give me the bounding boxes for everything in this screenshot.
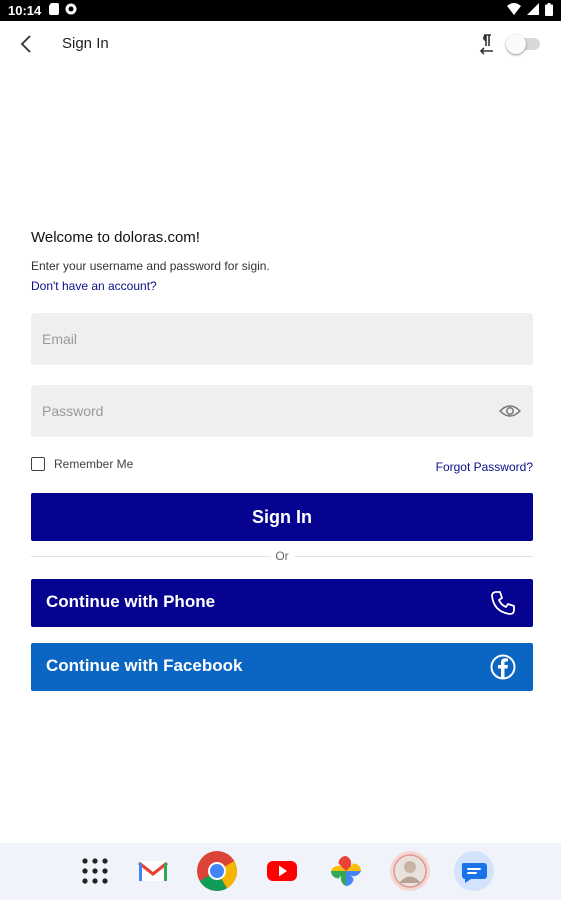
- remember-me-label: Remember Me: [54, 457, 134, 471]
- welcome-heading: Welcome to doloras.com!: [31, 229, 200, 246]
- remember-me-row[interactable]: Remember Me: [31, 457, 133, 471]
- status-right-group: [507, 2, 553, 19]
- forgot-password-link[interactable]: Forgot Password?: [436, 460, 533, 474]
- continue-with-phone-button[interactable]: Continue with Phone: [31, 579, 533, 627]
- instruction-text: Enter your username and password for sig…: [31, 259, 270, 273]
- page-title: Sign In: [62, 35, 109, 52]
- google-photos-icon[interactable]: [325, 850, 367, 892]
- password-input[interactable]: [31, 385, 533, 437]
- battery-icon: [545, 2, 553, 19]
- password-field-container: [31, 385, 533, 437]
- language-toggle-switch[interactable]: [506, 34, 540, 54]
- status-bar: 10:14: [0, 0, 561, 21]
- messages-icon[interactable]: [453, 850, 495, 892]
- sim-card-icon: [49, 3, 60, 18]
- youtube-icon[interactable]: [261, 850, 303, 892]
- email-field-container: [31, 313, 533, 365]
- chrome-icon[interactable]: [196, 850, 238, 892]
- phone-button-label: Continue with Phone: [46, 592, 216, 611]
- or-divider: Or: [31, 548, 533, 564]
- toggle-knob: [506, 34, 526, 54]
- gmail-icon[interactable]: [132, 850, 174, 892]
- wifi-icon: [507, 3, 521, 18]
- app-drawer-icon[interactable]: [74, 850, 116, 892]
- app-dock: [0, 843, 561, 900]
- sign-in-button[interactable]: Sign In: [31, 493, 533, 541]
- phone-icon: [490, 590, 516, 616]
- facebook-icon: [490, 654, 516, 680]
- shield-icon: [65, 3, 77, 18]
- signup-link[interactable]: Don't have an account?: [31, 279, 157, 293]
- email-input[interactable]: [31, 313, 533, 365]
- cell-signal-icon: [527, 3, 539, 18]
- back-arrow-icon[interactable]: [16, 33, 38, 55]
- remember-me-checkbox[interactable]: [31, 457, 45, 471]
- contacts-avatar-icon[interactable]: [389, 850, 431, 892]
- divider-text: Or: [275, 549, 289, 563]
- status-time: 10:14: [8, 3, 42, 18]
- facebook-button-label: Continue with Facebook: [46, 656, 243, 675]
- app-bar: Sign In: [0, 21, 561, 67]
- text-direction-icon[interactable]: [478, 33, 498, 55]
- eye-icon[interactable]: [498, 401, 522, 421]
- sign-in-button-label: Sign In: [252, 506, 312, 527]
- continue-with-facebook-button[interactable]: Continue with Facebook: [31, 643, 533, 691]
